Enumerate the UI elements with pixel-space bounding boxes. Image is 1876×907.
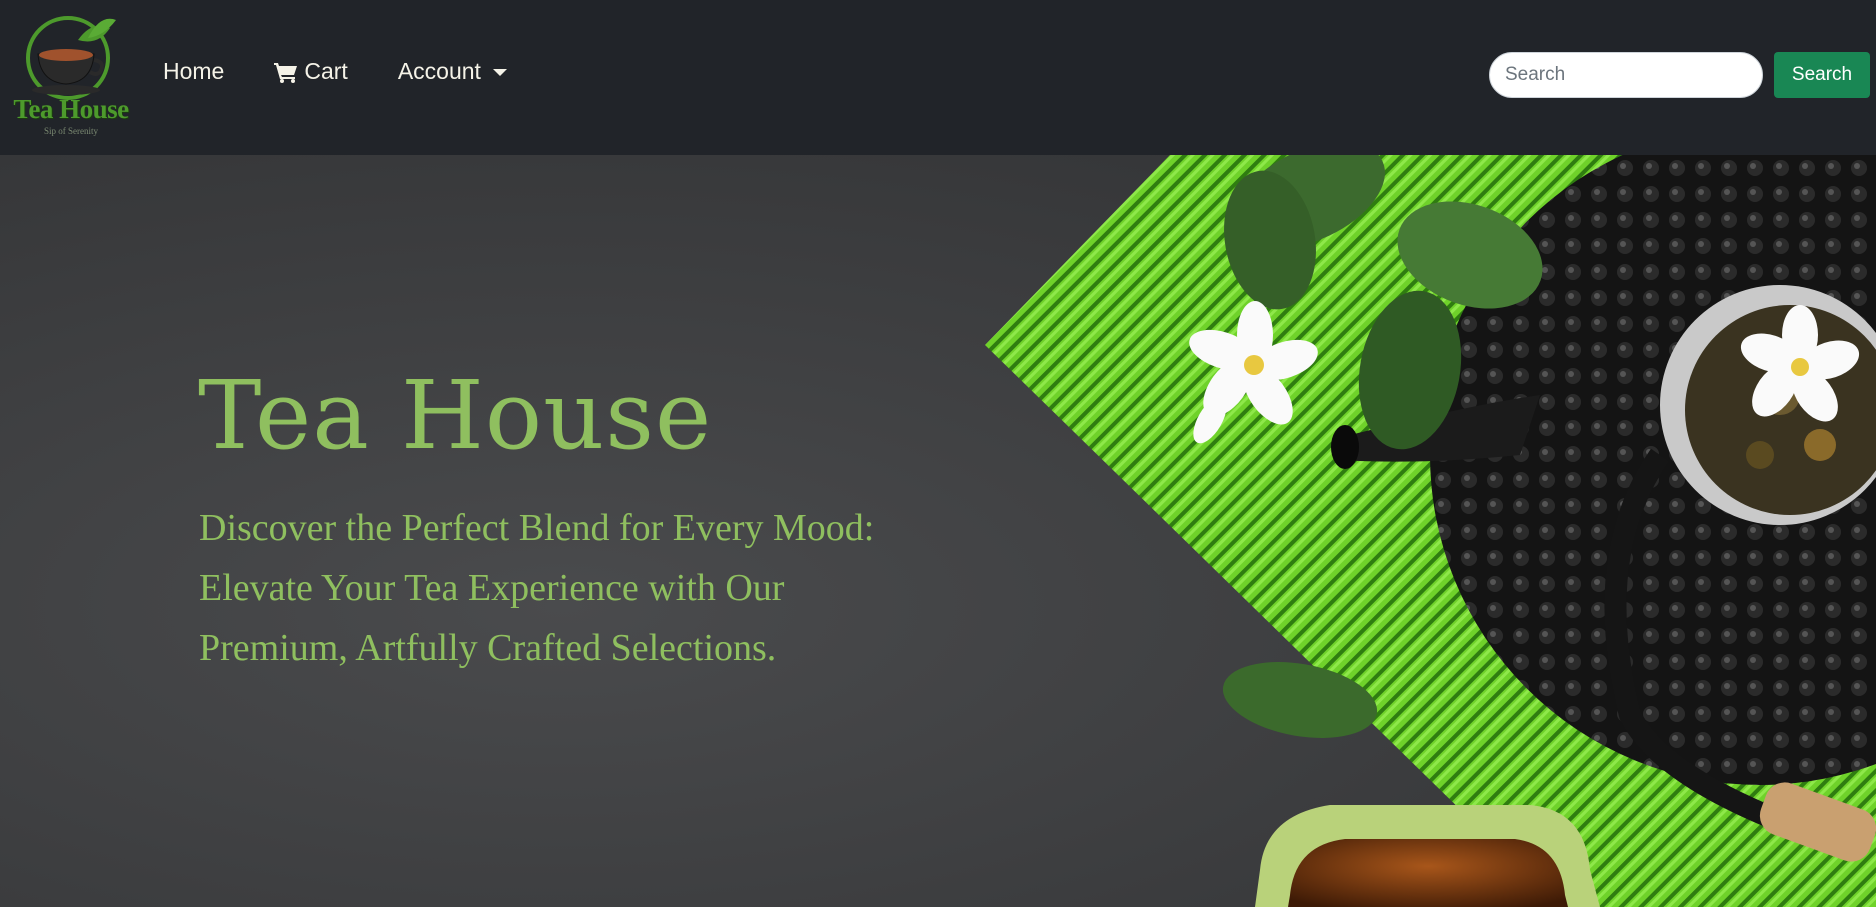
hero-subtitle: Discover the Perfect Blend for Every Moo… (199, 507, 875, 669)
nav-home-link[interactable]: Home (163, 58, 224, 85)
cart-icon (274, 62, 298, 83)
nav-links: Home Cart Account (163, 58, 557, 85)
search-input[interactable] (1489, 52, 1763, 98)
caret-down-icon (492, 69, 507, 76)
brand-tagline: Sip of Serenity (44, 126, 98, 136)
navbar: Tea House Sip of Serenity Home Cart Acco… (0, 0, 1876, 155)
nav-cart-link[interactable]: Cart (274, 58, 348, 85)
nav-home-label: Home (163, 58, 225, 84)
nav-account-dropdown[interactable]: Account (398, 58, 507, 85)
hero-title: Tea House (198, 361, 713, 471)
nav-cart-label: Cart (304, 58, 348, 84)
nav-account-label: Account (397, 58, 481, 84)
teacup-logo-icon (26, 16, 116, 100)
brand-name: Tea House (13, 94, 129, 124)
brand-logo[interactable]: Tea House Sip of Serenity (6, 10, 136, 138)
search-button[interactable]: Search (1774, 52, 1870, 98)
hero-section: Tea House Discover the Perfect Blend for… (0, 155, 1876, 907)
